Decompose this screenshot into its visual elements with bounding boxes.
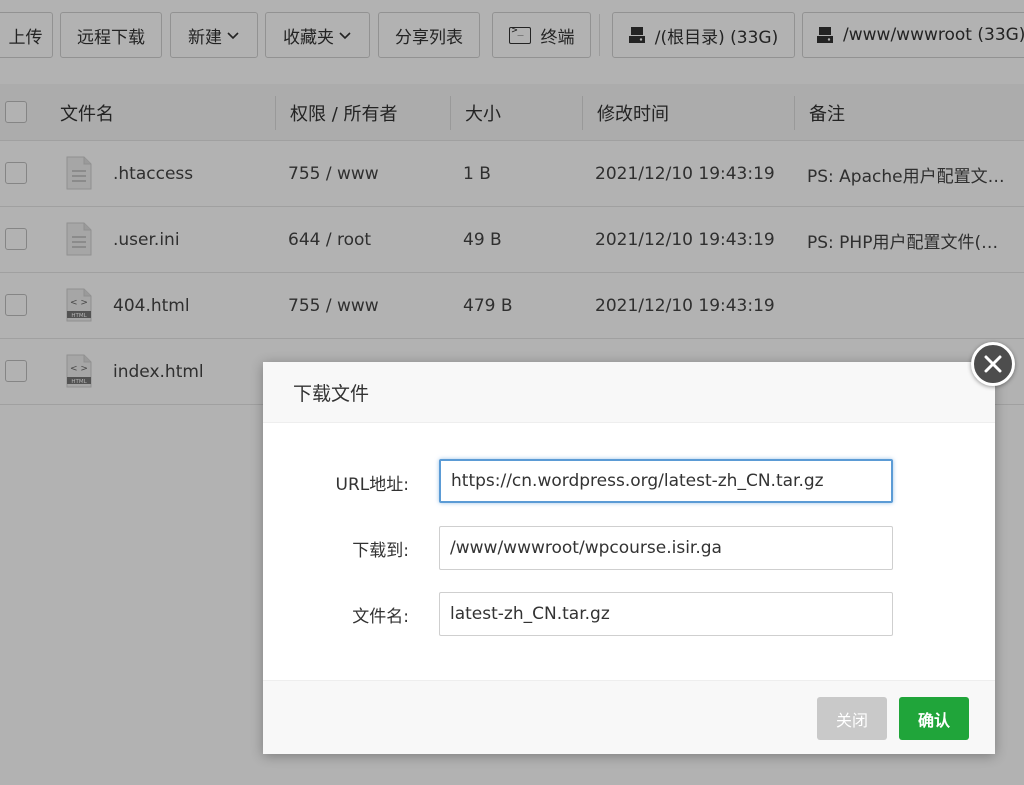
confirm-button[interactable]: 确认	[899, 697, 969, 740]
dest-label: 下载到:	[352, 540, 409, 561]
dest-input[interactable]	[439, 526, 893, 570]
url-input[interactable]	[439, 459, 893, 503]
dialog-header: 下载文件	[263, 362, 995, 423]
dialog-footer: 关闭 确认	[263, 680, 995, 754]
filename-input[interactable]	[439, 592, 893, 636]
filename-label: 文件名:	[352, 606, 409, 627]
dialog-title: 下载文件	[293, 383, 370, 405]
dialog-close-button[interactable]	[971, 342, 1015, 386]
download-file-dialog: 下载文件 URL地址: 下载到: 文件名: 关闭 确认	[263, 362, 995, 754]
close-button[interactable]: 关闭	[817, 697, 887, 740]
url-label: URL地址:	[335, 474, 409, 495]
close-icon	[984, 355, 1002, 373]
